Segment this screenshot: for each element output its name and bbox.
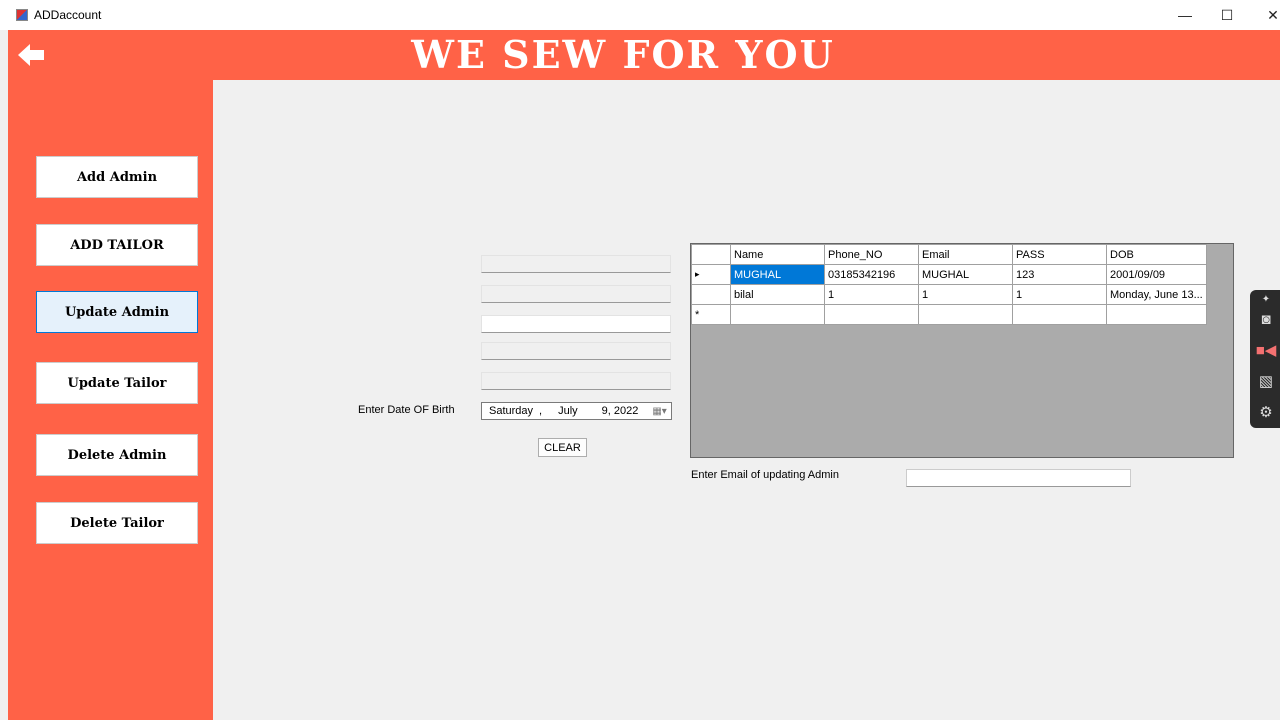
admin-data-grid[interactable]: Name Phone_NO Email PASS DOB ▸ MUGHAL 03… <box>690 243 1234 458</box>
camera-icon[interactable]: ◙ <box>1256 310 1276 328</box>
table-cell[interactable]: 1 <box>918 284 1013 305</box>
update-email-input[interactable] <box>906 469 1131 487</box>
table-row[interactable]: ▸ MUGHAL 03185342196 MUGHAL 123 2001/09/… <box>691 264 1207 285</box>
column-header[interactable]: DOB <box>1106 244 1207 265</box>
sidebar: Add Admin ADD TAILOR Update Admin Update… <box>8 80 213 720</box>
dob-separator: , <box>539 405 543 417</box>
extra-field[interactable] <box>481 372 671 390</box>
window-title: ADDaccount <box>34 8 102 22</box>
email-field[interactable] <box>481 315 671 333</box>
close-button[interactable]: ✕ <box>1250 0 1280 30</box>
row-header[interactable] <box>691 284 731 305</box>
new-row-marker[interactable]: * <box>691 304 731 325</box>
column-header[interactable]: Name <box>730 244 825 265</box>
video-camera-icon[interactable]: ■◀ <box>1256 341 1277 359</box>
dob-month: July <box>558 405 578 417</box>
table-cell[interactable]: bilal <box>730 284 825 305</box>
update-tailor-button[interactable]: Update Tailor <box>36 362 198 404</box>
delete-admin-button[interactable]: Delete Admin <box>36 434 198 476</box>
phone-field[interactable] <box>481 285 671 303</box>
gallery-icon[interactable]: ▧ <box>1256 372 1276 390</box>
table-row[interactable]: bilal 1 1 1 Monday, June 13... <box>691 284 1207 305</box>
brand-title: WE SEW FOR YOU <box>411 32 835 77</box>
capture-toolbar: ✦ ◙ ■◀ ▧ ⚙ <box>1250 290 1280 428</box>
table-cell[interactable] <box>730 304 825 325</box>
table-cell[interactable]: MUGHAL <box>918 264 1013 285</box>
email-update-label: Enter Email of updating Admin <box>691 469 839 481</box>
dob-label: Enter Date OF Birth <box>358 404 455 416</box>
table-cell[interactable]: MUGHAL <box>730 264 825 285</box>
password-field[interactable] <box>481 342 671 360</box>
grid-header-row: Name Phone_NO Email PASS DOB <box>691 244 1207 265</box>
delete-tailor-button[interactable]: Delete Tailor <box>36 502 198 544</box>
table-cell[interactable]: 03185342196 <box>824 264 919 285</box>
header-banner: WE SEW FOR YOU <box>8 30 1280 80</box>
table-cell[interactable]: 123 <box>1012 264 1107 285</box>
current-row-marker[interactable]: ▸ <box>691 264 731 285</box>
table-cell[interactable] <box>918 304 1013 325</box>
clear-button[interactable]: CLEAR <box>538 438 587 457</box>
calendar-dropdown-icon[interactable]: ▦▾ <box>652 406 666 417</box>
add-admin-button[interactable]: Add Admin <box>36 156 198 198</box>
app-icon <box>16 9 28 21</box>
table-cell[interactable]: Monday, June 13... <box>1106 284 1207 305</box>
minimize-button[interactable]: — <box>1162 0 1208 30</box>
dob-day-year: 9, 2022 <box>601 405 639 417</box>
gear-icon[interactable]: ⚙ <box>1256 403 1276 421</box>
column-header[interactable]: Phone_NO <box>824 244 919 265</box>
new-row[interactable]: * <box>691 304 1207 325</box>
dob-date-picker[interactable]: Saturday , July 9, 2022 ▦▾ <box>481 402 672 420</box>
update-admin-button[interactable]: Update Admin <box>36 291 198 333</box>
row-header-corner <box>691 244 731 265</box>
table-cell[interactable]: 1 <box>1012 284 1107 305</box>
column-header[interactable]: PASS <box>1012 244 1107 265</box>
title-bar: ADDaccount — ☐ ✕ <box>0 0 1280 30</box>
table-cell[interactable] <box>1106 304 1207 325</box>
table-cell[interactable] <box>824 304 919 325</box>
column-header[interactable]: Email <box>918 244 1013 265</box>
table-cell[interactable]: 1 <box>824 284 919 305</box>
back-arrow-icon[interactable] <box>16 42 46 68</box>
maximize-button[interactable]: ☐ <box>1204 0 1250 30</box>
table-cell[interactable]: 2001/09/09 <box>1106 264 1207 285</box>
dob-weekday: Saturday <box>489 405 534 417</box>
add-tailor-button[interactable]: ADD TAILOR <box>36 224 198 266</box>
table-cell[interactable] <box>1012 304 1107 325</box>
name-field[interactable] <box>481 255 671 273</box>
pin-icon[interactable]: ✦ <box>1256 290 1276 308</box>
